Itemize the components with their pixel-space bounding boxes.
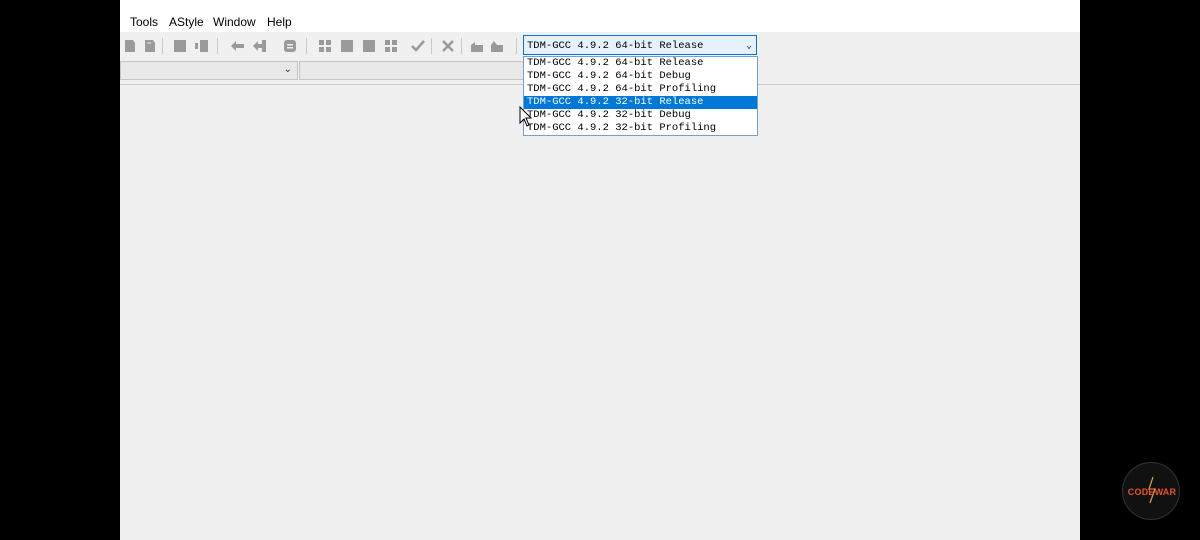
chevron-down-icon: ⌄ bbox=[283, 64, 292, 75]
menu-astyle[interactable]: AStyle bbox=[169, 15, 204, 29]
toggle-comment-icon[interactable] bbox=[282, 38, 297, 53]
function-select[interactable] bbox=[299, 61, 525, 80]
indent-icon[interactable] bbox=[252, 38, 267, 53]
toolbar-separator bbox=[461, 38, 462, 54]
toolbar-separator bbox=[306, 38, 307, 54]
title-bar bbox=[120, 0, 1080, 12]
unindent-icon[interactable] bbox=[230, 38, 245, 53]
editor-area[interactable] bbox=[120, 86, 1080, 540]
bookmark-icon[interactable] bbox=[122, 38, 137, 53]
bookmark-icon[interactable] bbox=[142, 38, 157, 53]
mouse-cursor-icon bbox=[519, 106, 533, 127]
logo-text: CODEWAR bbox=[1127, 487, 1177, 497]
compiler-option[interactable]: TDM-GCC 4.9.2 64-bit Debug bbox=[524, 70, 757, 83]
compiler-select-value: TDM-GCC 4.9.2 64-bit Release bbox=[527, 40, 704, 52]
syntax-check-icon[interactable] bbox=[410, 38, 425, 53]
channel-logo: CODEWAR bbox=[1122, 462, 1180, 520]
menu-help[interactable]: Help bbox=[267, 15, 292, 29]
menu-window[interactable]: Window bbox=[213, 15, 256, 29]
compiler-option[interactable]: TDM-GCC 4.9.2 32-bit Debug bbox=[524, 109, 757, 122]
stop-icon[interactable] bbox=[440, 38, 455, 53]
project-options-icon[interactable] bbox=[489, 38, 504, 53]
compiler-select[interactable]: TDM-GCC 4.9.2 64-bit Release ⌄ bbox=[523, 35, 757, 55]
compiler-option[interactable]: TDM-GCC 4.9.2 64-bit Profiling bbox=[524, 83, 757, 96]
compiler-dropdown-list: TDM-GCC 4.9.2 64-bit Release TDM-GCC 4.9… bbox=[523, 56, 758, 136]
new-project-icon[interactable] bbox=[469, 38, 484, 53]
compile-icon[interactable] bbox=[317, 38, 332, 53]
menu-tools[interactable]: Tools bbox=[130, 15, 158, 29]
compile-run-icon[interactable] bbox=[361, 38, 376, 53]
run-icon[interactable] bbox=[339, 38, 354, 53]
goto-icon[interactable] bbox=[194, 38, 209, 53]
menu-bar: Tools AStyle Window Help bbox=[120, 12, 1080, 32]
toolbar-separator bbox=[217, 38, 218, 54]
rebuild-icon[interactable] bbox=[383, 38, 398, 53]
chevron-down-icon: ⌄ bbox=[745, 41, 752, 52]
insert-icon[interactable] bbox=[172, 38, 187, 53]
toolbar-separator bbox=[431, 38, 432, 54]
compiler-option-highlighted[interactable]: TDM-GCC 4.9.2 32-bit Release bbox=[524, 96, 757, 109]
compiler-option[interactable]: TDM-GCC 4.9.2 32-bit Profiling bbox=[524, 122, 757, 135]
compiler-option[interactable]: TDM-GCC 4.9.2 64-bit Release bbox=[524, 57, 757, 70]
class-select[interactable]: ⌄ bbox=[120, 61, 298, 80]
dev-cpp-window: Tools AStyle Window Help ⌄ TDM-GCC 4.9.2… bbox=[120, 0, 1080, 540]
toolbar-separator bbox=[516, 38, 517, 54]
toolbar-separator bbox=[162, 38, 163, 54]
